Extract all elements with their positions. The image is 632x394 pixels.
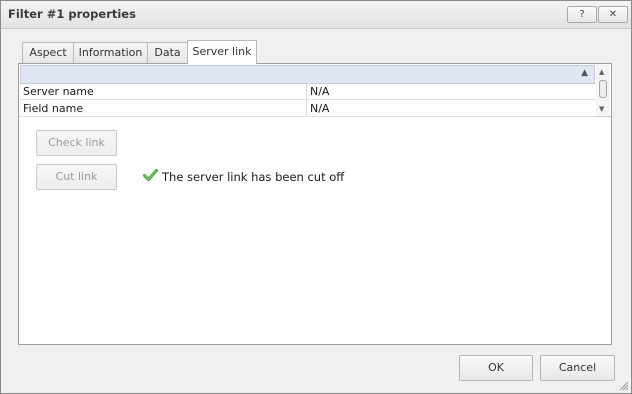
properties-dialog: Filter #1 properties ? ✕ Aspect Informat…	[0, 0, 632, 394]
scroll-thumb[interactable]	[599, 80, 607, 98]
tab-aspect[interactable]: Aspect	[22, 42, 74, 63]
property-key: Field name	[23, 102, 84, 115]
collapse-icon[interactable]: ▲	[581, 68, 588, 78]
property-value[interactable]: N/A	[310, 102, 329, 115]
status-message: The server link has been cut off	[162, 170, 345, 184]
column-divider	[306, 100, 307, 116]
grid-row-field-name[interactable]: Field name N/A	[20, 100, 595, 117]
check-link-button[interactable]: Check link	[36, 130, 117, 156]
close-button[interactable]: ✕	[598, 6, 628, 23]
dialog-title: Filter #1 properties	[8, 7, 136, 21]
help-button[interactable]: ?	[567, 6, 597, 23]
tab-data[interactable]: Data	[147, 42, 188, 63]
grid-row-server-name[interactable]: Server name N/A	[20, 83, 595, 100]
checkmark-icon	[143, 168, 158, 185]
tab-server-link[interactable]: Server link	[187, 40, 257, 64]
tab-information[interactable]: Information	[73, 42, 148, 63]
title-bar[interactable]: Filter #1 properties ? ✕	[1, 1, 631, 29]
ok-button[interactable]: OK	[459, 355, 533, 381]
cancel-button[interactable]: Cancel	[540, 355, 615, 381]
scroll-up-icon[interactable]: ▲	[599, 68, 604, 76]
property-key: Server name	[23, 85, 94, 98]
property-value[interactable]: N/A	[310, 85, 329, 98]
resize-grip-icon[interactable]	[619, 381, 629, 391]
grid-category-header[interactable]: ▲	[20, 65, 595, 84]
column-divider	[306, 83, 307, 99]
server-link-panel: ▲ Server name N/A Field name N/A ▲ ▼ Che…	[18, 63, 612, 345]
grid-scrollbar[interactable]: ▲ ▼	[596, 65, 610, 115]
cut-link-button[interactable]: Cut link	[36, 164, 117, 190]
scroll-down-icon[interactable]: ▼	[599, 105, 604, 113]
property-grid: ▲ Server name N/A Field name N/A ▲ ▼	[19, 64, 611, 117]
